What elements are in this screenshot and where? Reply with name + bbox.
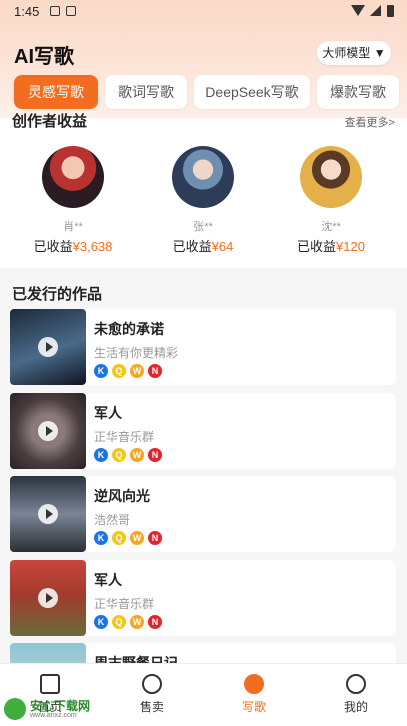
play-icon[interactable] bbox=[38, 421, 58, 441]
battery-icon bbox=[387, 5, 394, 17]
creator-item[interactable]: 张** 已收益¥64 bbox=[148, 146, 258, 255]
qq-music-icon: Q bbox=[112, 364, 126, 378]
work-artist: 生活有你更精彩 bbox=[94, 346, 179, 360]
mode-tabs: 灵感写歌 歌词写歌 DeepSeek写歌 爆款写歌 bbox=[14, 75, 399, 109]
avatar bbox=[172, 146, 234, 208]
creator-earnings: 已收益¥3,638 bbox=[33, 239, 113, 254]
cover-image bbox=[10, 560, 86, 636]
view-more-link[interactable]: 查看更多> bbox=[345, 114, 395, 130]
list-item[interactable]: 未愈的承诺 生活有你更精彩 K Q W N bbox=[10, 309, 396, 385]
list-item[interactable]: 军人 正华音乐群 K Q W N bbox=[10, 560, 396, 636]
kuwo-icon: W bbox=[130, 448, 144, 462]
platform-icons: K Q W N bbox=[94, 615, 162, 629]
creator-name: 张** bbox=[193, 221, 213, 233]
work-title: 未愈的承诺 bbox=[94, 321, 164, 337]
write-song-icon bbox=[244, 674, 264, 694]
notification-icon bbox=[50, 6, 60, 16]
app-title: AI写歌 bbox=[14, 46, 74, 68]
kuwo-icon: W bbox=[130, 615, 144, 629]
work-artist: 正华音乐群 bbox=[94, 430, 155, 444]
nav-sell[interactable]: 售卖 bbox=[122, 674, 182, 715]
qq-music-icon: Q bbox=[112, 531, 126, 545]
avatar bbox=[300, 146, 362, 208]
creator-name: 沈** bbox=[321, 221, 341, 233]
nav-label: 售卖 bbox=[139, 700, 164, 714]
creator-earnings: 已收益¥120 bbox=[297, 239, 365, 254]
play-icon[interactable] bbox=[38, 337, 58, 357]
qq-music-icon: Q bbox=[112, 615, 126, 629]
kugou-icon: K bbox=[94, 364, 108, 378]
kugou-icon: K bbox=[94, 615, 108, 629]
work-title: 军人 bbox=[94, 405, 122, 421]
cover-image bbox=[10, 309, 86, 385]
netease-icon: N bbox=[148, 615, 162, 629]
creator-item[interactable]: 沈** 已收益¥120 bbox=[276, 146, 386, 255]
play-icon[interactable] bbox=[38, 504, 58, 524]
works-section-title: 已发行的作品 bbox=[12, 286, 103, 303]
kugou-icon: K bbox=[94, 531, 108, 545]
earnings-amount: ¥120 bbox=[336, 239, 365, 254]
platform-icons: K Q W N bbox=[94, 364, 162, 378]
wifi-icon bbox=[351, 5, 365, 16]
watermark-logo-icon bbox=[4, 698, 26, 720]
avatar bbox=[42, 146, 104, 208]
signal-icon bbox=[370, 5, 381, 16]
work-artist: 浩然哥 bbox=[94, 513, 131, 527]
model-selector[interactable]: 大师模型 ▼ bbox=[317, 41, 391, 65]
watermark-url: www.anxz.com bbox=[30, 712, 77, 719]
netease-icon: N bbox=[148, 448, 162, 462]
status-bar: 1:45 bbox=[0, 0, 407, 24]
netease-icon: N bbox=[148, 364, 162, 378]
work-artist: 正华音乐群 bbox=[94, 597, 155, 611]
list-item[interactable]: 军人 正华音乐群 K Q W N bbox=[10, 393, 396, 469]
earnings-amount: ¥3,638 bbox=[72, 239, 113, 254]
disc-icon bbox=[142, 674, 162, 694]
kuwo-icon: W bbox=[130, 531, 144, 545]
profile-icon bbox=[346, 674, 366, 694]
qq-music-icon: Q bbox=[112, 448, 126, 462]
kuwo-icon: W bbox=[130, 364, 144, 378]
earnings-title: 创作者收益 bbox=[12, 113, 88, 130]
work-title: 逆风向光 bbox=[94, 488, 150, 504]
notification-icon-2 bbox=[66, 6, 76, 16]
cover-image bbox=[10, 393, 86, 469]
cover-image bbox=[10, 476, 86, 552]
nav-profile[interactable]: 我的 bbox=[326, 674, 386, 715]
watermark: 安心下载网 www.anxz.com bbox=[4, 696, 102, 722]
tab-hit[interactable]: 爆款写歌 bbox=[317, 75, 399, 109]
creator-earnings: 已收益¥64 bbox=[172, 239, 234, 254]
status-time: 1:45 bbox=[14, 4, 40, 19]
tab-deepseek[interactable]: DeepSeek写歌 bbox=[194, 75, 310, 109]
earnings-amount: ¥64 bbox=[211, 239, 234, 254]
work-title: 军人 bbox=[94, 572, 122, 588]
earnings-card: 创作者收益 查看更多> 肖** 已收益¥3,638 张** 已收益¥64 沈**… bbox=[0, 113, 407, 268]
nav-write-song[interactable]: 写歌 bbox=[224, 674, 284, 715]
platform-icons: K Q W N bbox=[94, 448, 162, 462]
tab-lyrics[interactable]: 歌词写歌 bbox=[105, 75, 187, 109]
creator-name: 肖** bbox=[63, 221, 83, 233]
nav-label: 写歌 bbox=[241, 700, 266, 714]
creator-item[interactable]: 肖** 已收益¥3,638 bbox=[18, 146, 128, 255]
kugou-icon: K bbox=[94, 448, 108, 462]
nav-label: 我的 bbox=[343, 700, 368, 714]
home-icon bbox=[40, 674, 60, 694]
platform-icons: K Q W N bbox=[94, 531, 162, 545]
list-item[interactable]: 逆风向光 浩然哥 K Q W N bbox=[10, 476, 396, 552]
tab-inspiration[interactable]: 灵感写歌 bbox=[14, 75, 98, 109]
play-icon[interactable] bbox=[38, 588, 58, 608]
netease-icon: N bbox=[148, 531, 162, 545]
